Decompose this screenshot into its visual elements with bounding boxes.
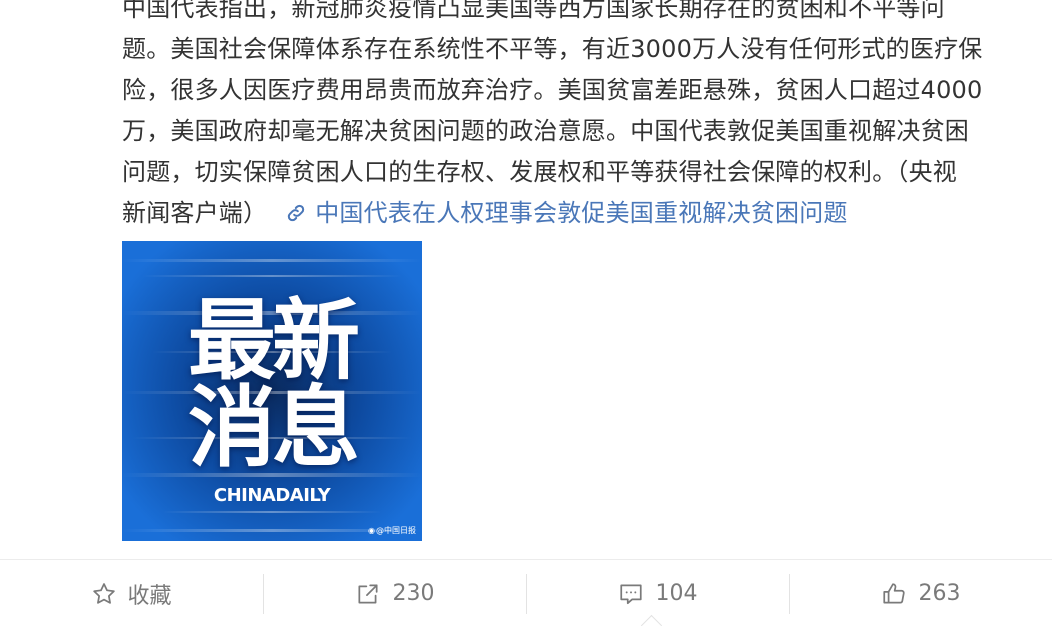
post-line: 问题，切实保障贫困人口的生存权、发展权和平等获得社会保障的权利。（央视 bbox=[122, 158, 957, 186]
like-count: 263 bbox=[918, 581, 961, 606]
comment-icon bbox=[619, 583, 642, 604]
article-link-text[interactable]: 中国代表在人权理事会敦促美国重视解决贫困问题 bbox=[315, 199, 847, 227]
headline-line-1: 最新 bbox=[187, 289, 360, 392]
image-watermark: ◉@中国日报 bbox=[368, 525, 416, 536]
thumbs-up-icon bbox=[882, 582, 905, 604]
repost-button[interactable]: 230 bbox=[263, 573, 526, 614]
post-line-last: 新闻客户端） 中国代表在人权理事会敦促美国重视解决贫困问题 bbox=[122, 193, 1022, 237]
watermark-text: @中国日报 bbox=[376, 526, 416, 535]
article-link[interactable]: 中国代表在人权理事会敦促美国重视解决贫困问题 bbox=[267, 199, 847, 227]
news-image[interactable]: 最新 消息 CHINADAILY ◉@中国日报 bbox=[122, 241, 422, 541]
post-body: 中国代表指出，新冠肺炎疫情凸显美国等西方国家长期存在的贫困和不平等问 题。美国社… bbox=[122, 0, 1022, 237]
share-icon bbox=[357, 583, 378, 604]
comment-count: 104 bbox=[655, 581, 698, 606]
like-button[interactable]: 263 bbox=[789, 573, 1052, 614]
comment-button[interactable]: 104 bbox=[526, 573, 789, 614]
weibo-icon: ◉ bbox=[368, 526, 375, 535]
post-line-text: 新闻客户端） bbox=[122, 199, 268, 227]
link-icon bbox=[285, 196, 307, 237]
star-icon bbox=[93, 582, 116, 604]
brand-logo: CHINADAILY bbox=[213, 485, 331, 506]
action-bar: 收藏 230 104 263 bbox=[0, 559, 1052, 626]
post-line: 中国代表指出，新冠肺炎疫情凸显美国等西方国家长期存在的贫困和不平等问 bbox=[122, 0, 945, 22]
post-line: 险，很多人因医疗费用昂贵而放弃治疗。美国贫富差距悬殊，贫困人口超过4000 bbox=[122, 76, 983, 104]
headline-line-2: 消息 bbox=[187, 376, 360, 479]
favorite-button[interactable]: 收藏 bbox=[0, 574, 263, 614]
repost-count: 230 bbox=[392, 581, 435, 606]
favorite-label: 收藏 bbox=[127, 583, 172, 609]
post-line: 题。美国社会保障体系存在系统性不平等，有近3000万人没有任何形式的医疗保 bbox=[122, 35, 983, 63]
post-line: 万，美国政府却毫无解决贫困问题的政治意愿。中国代表敦促美国重视解决贫困 bbox=[122, 117, 969, 145]
